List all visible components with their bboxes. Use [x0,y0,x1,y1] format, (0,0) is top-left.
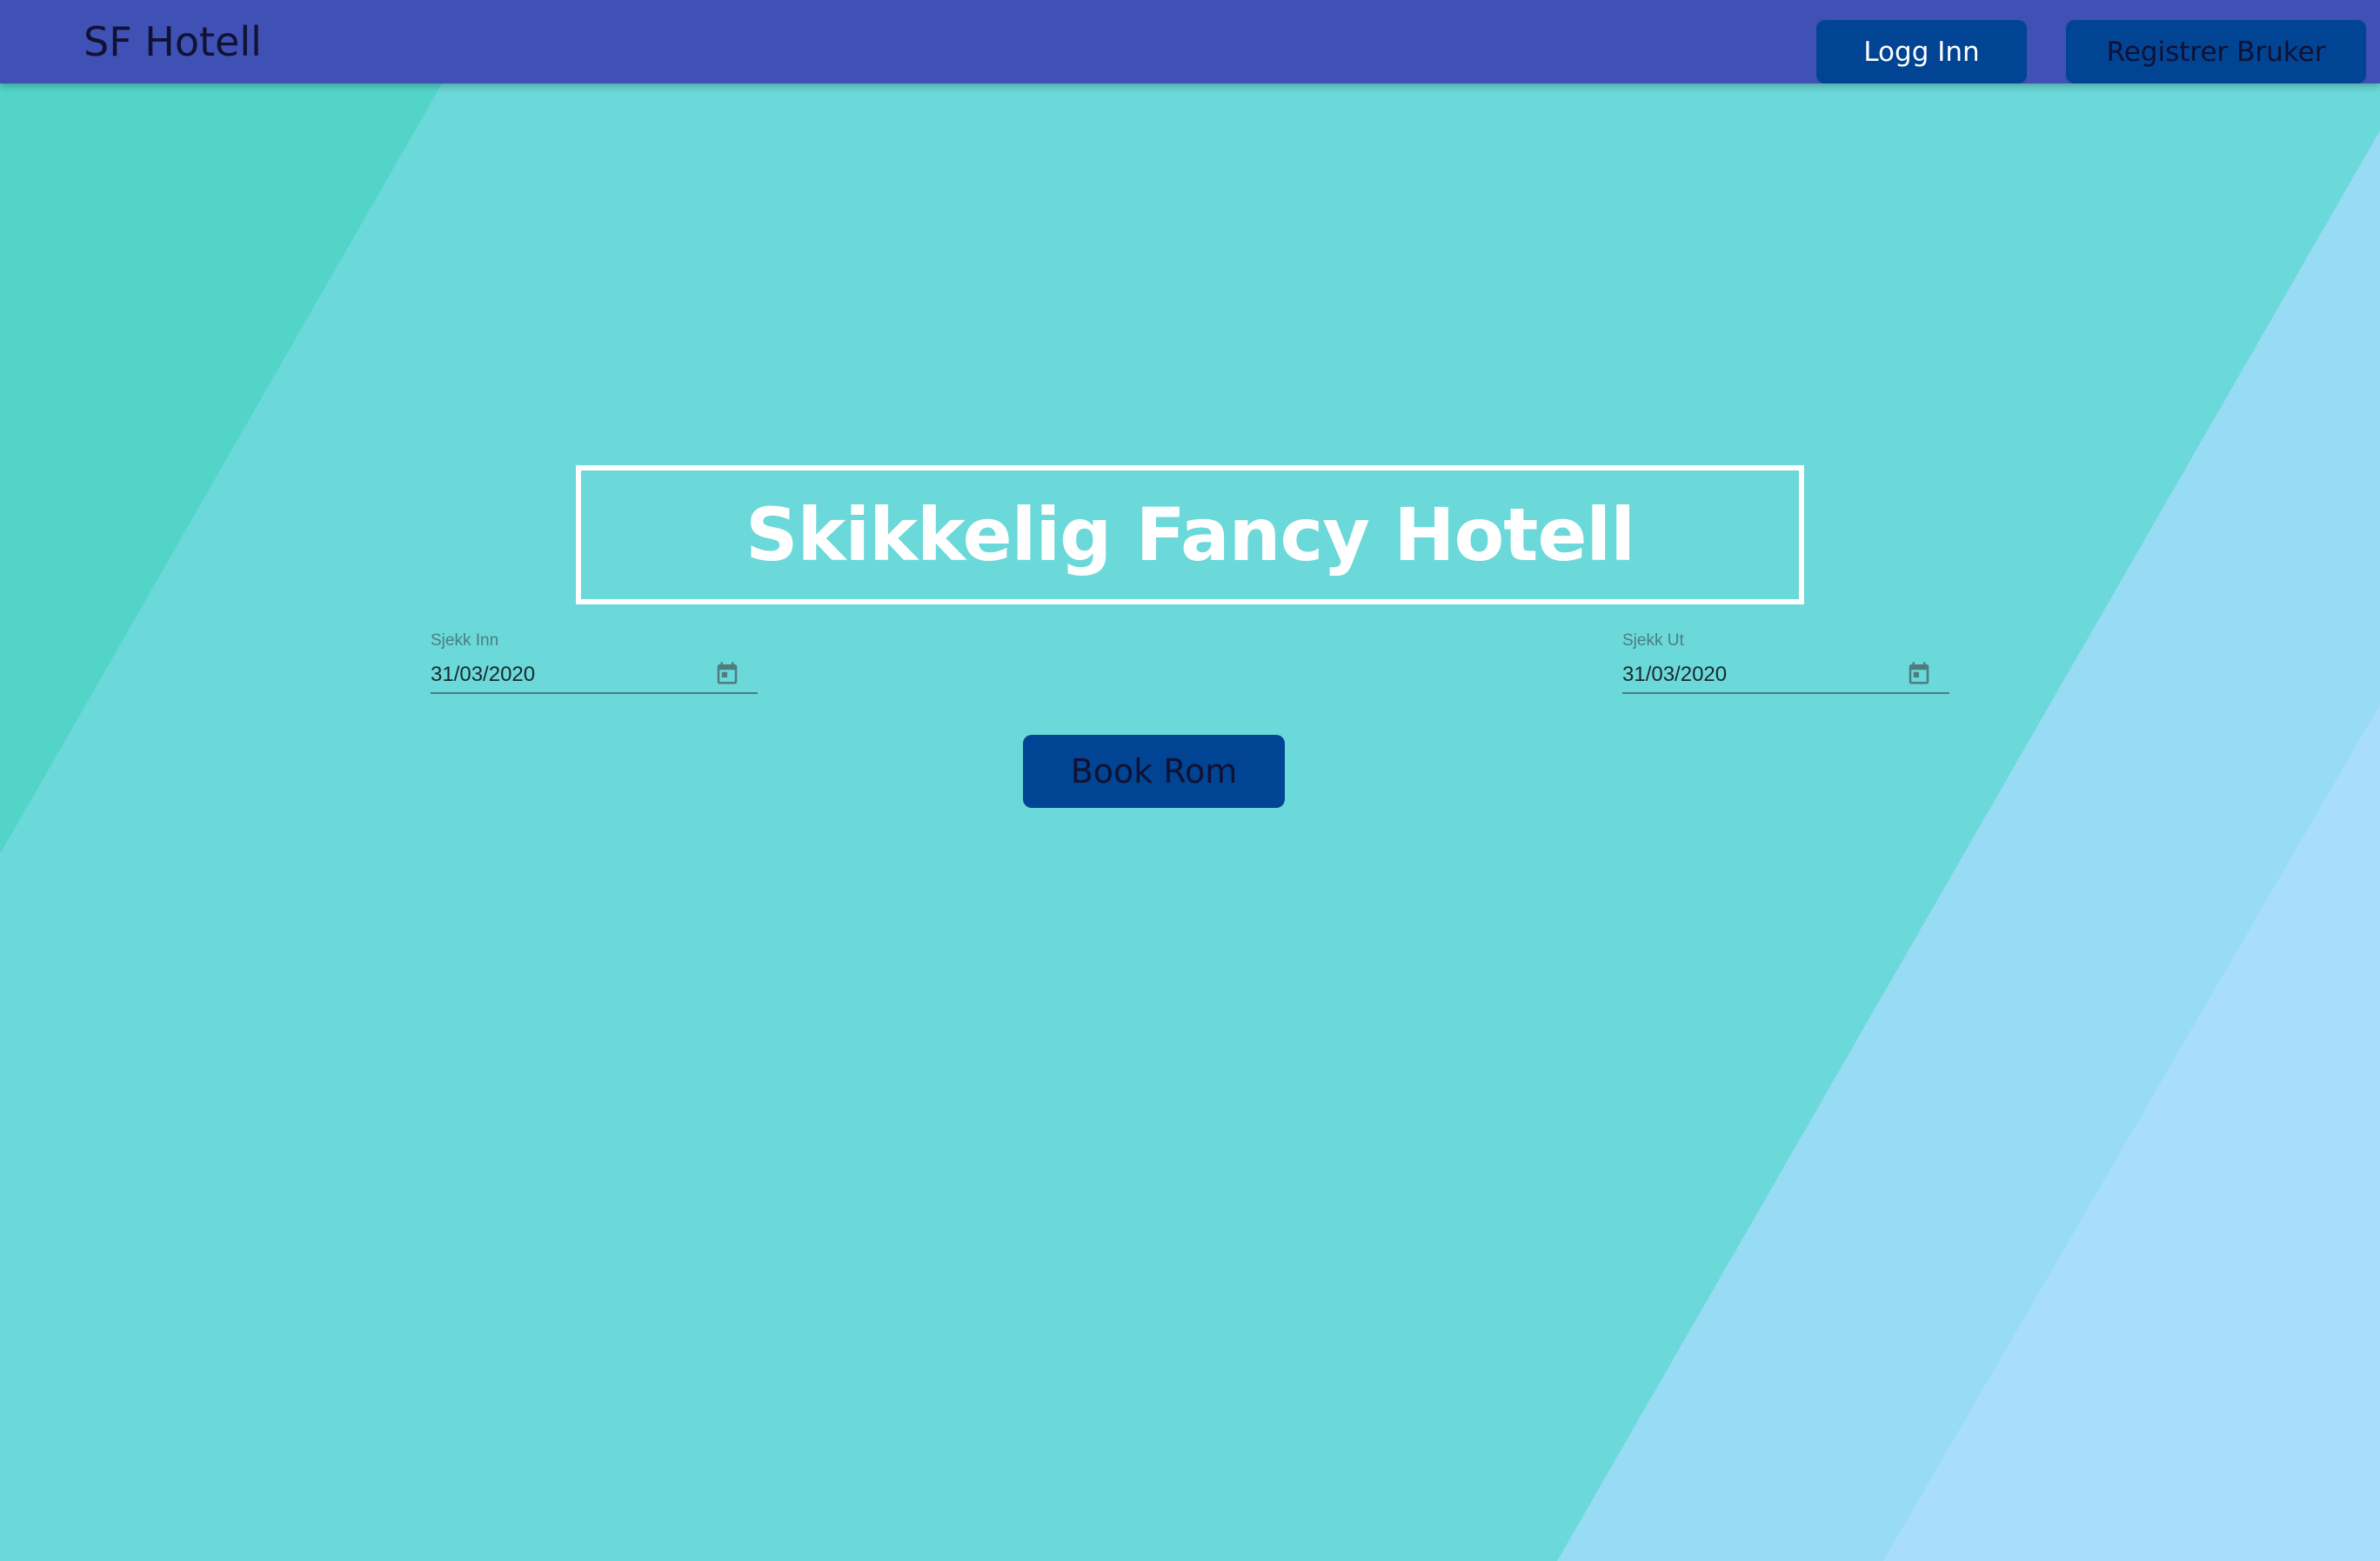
left-stripe [0,83,442,854]
top-navbar: SF Hotell Logg Inn Registrer Bruker [0,0,2380,83]
checkout-label: Sjekk Ut [1622,631,1684,650]
login-button[interactable]: Logg Inn [1816,20,2027,83]
checkin-date-field[interactable]: Sjekk Inn 31/03/2020 [431,631,758,697]
checkout-date-field[interactable]: Sjekk Ut 31/03/2020 [1622,631,1949,697]
checkout-input[interactable]: 31/03/2020 [1622,663,1727,687]
brand-title[interactable]: SF Hotell [84,14,262,70]
register-button[interactable]: Registrer Bruker [2066,20,2366,83]
calendar-icon[interactable] [1906,659,1932,687]
checkin-underline [431,692,758,694]
book-room-button[interactable]: Book Rom [1023,735,1285,808]
hero-title: Skikkelig Fancy Hotell [745,492,1635,577]
page: SF Hotell Logg Inn Registrer Bruker Skik… [0,0,2380,1561]
calendar-icon[interactable] [714,659,740,687]
checkout-underline [1622,692,1949,694]
checkin-label: Sjekk Inn [431,631,499,650]
checkin-input[interactable]: 31/03/2020 [431,663,535,687]
hero-title-box: Skikkelig Fancy Hotell [576,465,1804,604]
